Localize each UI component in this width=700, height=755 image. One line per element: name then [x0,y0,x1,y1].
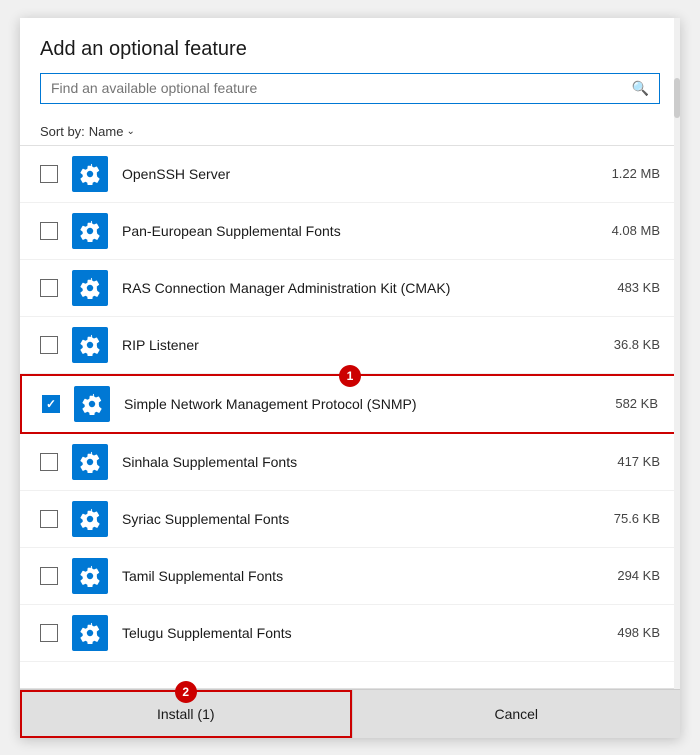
search-icon: 🔍 [632,80,649,97]
list-item: 1 Simple Network Management Protocol (SN… [20,374,680,434]
list-item: Syriac Supplemental Fonts 75.6 KB [20,491,680,548]
feature-size-tamil: 294 KB [617,568,660,583]
cancel-button[interactable]: Cancel [352,690,681,738]
feature-icon-pan-european [72,213,108,249]
feature-size-sinhala: 417 KB [617,454,660,469]
feature-checkbox-snmp[interactable] [42,395,60,413]
feature-name-tamil: Tamil Supplemental Fonts [122,568,607,584]
feature-icon-ras [72,270,108,306]
feature-checkbox-telugu[interactable] [40,624,58,642]
feature-icon-syriac [72,501,108,537]
feature-icon-telugu [72,615,108,651]
sort-dropdown[interactable]: Name ⌄ [89,124,135,139]
scrollbar-track[interactable] [674,145,680,689]
feature-name-openssh: OpenSSH Server [122,166,602,182]
sort-value: Name [89,124,124,139]
feature-size-ras: 483 KB [617,280,660,295]
feature-name-sinhala: Sinhala Supplemental Fonts [122,454,607,470]
search-box[interactable]: 🔍 [40,73,660,104]
list-item: Tamil Supplemental Fonts 294 KB [20,548,680,605]
feature-checkbox-ras[interactable] [40,279,58,297]
feature-name-ras: RAS Connection Manager Administration Ki… [122,280,607,296]
list-item: Pan-European Supplemental Fonts 4.08 MB [20,203,680,260]
sort-bar: Sort by: Name ⌄ [20,114,680,145]
feature-checkbox-tamil[interactable] [40,567,58,585]
install-button[interactable]: 2 Install (1) [20,690,352,738]
cancel-label: Cancel [494,706,538,722]
list-item: Sinhala Supplemental Fonts 417 KB [20,434,680,491]
feature-size-pan-european: 4.08 MB [612,223,660,238]
feature-icon-sinhala [72,444,108,480]
list-item: Telugu Supplemental Fonts 498 KB [20,605,680,662]
feature-size-snmp: 582 KB [615,396,658,411]
chevron-down-icon: ⌄ [126,126,134,137]
feature-name-pan-european: Pan-European Supplemental Fonts [122,223,602,239]
feature-checkbox-sinhala[interactable] [40,453,58,471]
install-badge: 2 [175,681,197,703]
sort-label: Sort by: [40,124,85,139]
search-input[interactable] [51,80,632,96]
feature-icon-rip [72,327,108,363]
list-item: OpenSSH Server 1.22 MB [20,146,680,203]
feature-icon-snmp [74,386,110,422]
feature-size-rip: 36.8 KB [614,337,660,352]
feature-name-telugu: Telugu Supplemental Fonts [122,625,607,641]
feature-name-syriac: Syriac Supplemental Fonts [122,511,604,527]
feature-checkbox-rip[interactable] [40,336,58,354]
feature-size-openssh: 1.22 MB [612,166,660,181]
features-list: OpenSSH Server 1.22 MB Pan-European Suppl… [20,145,680,689]
add-optional-feature-dialog: Add an optional feature 🔍 Sort by: Name … [20,18,680,738]
dialog-header: Add an optional feature 🔍 [20,18,680,114]
feature-name-rip: RIP Listener [122,337,604,353]
feature-checkbox-pan-european[interactable] [40,222,58,240]
feature-checkbox-syriac[interactable] [40,510,58,528]
feature-checkbox-openssh[interactable] [40,165,58,183]
list-item: RAS Connection Manager Administration Ki… [20,260,680,317]
feature-badge: 1 [339,365,361,387]
feature-icon-tamil [72,558,108,594]
dialog-title: Add an optional feature [40,38,660,61]
feature-size-telugu: 498 KB [617,625,660,640]
dialog-footer: 2 Install (1) Cancel [20,689,680,738]
install-label: Install (1) [157,706,215,722]
feature-icon-openssh [72,156,108,192]
feature-name-snmp: Simple Network Management Protocol (SNMP… [124,396,605,412]
feature-size-syriac: 75.6 KB [614,511,660,526]
